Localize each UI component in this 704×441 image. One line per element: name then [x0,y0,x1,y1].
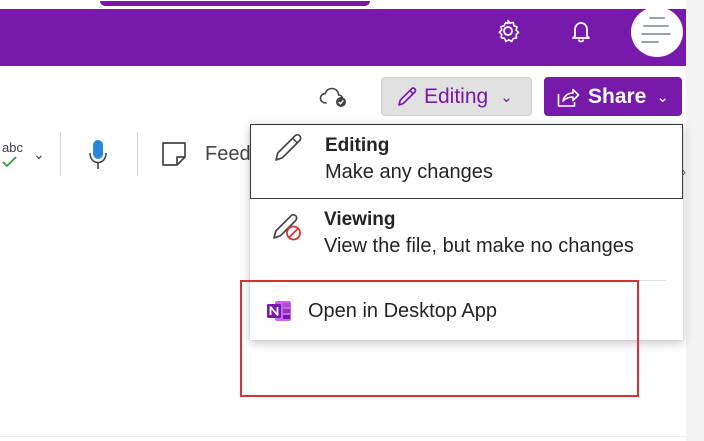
feedback-label[interactable]: Feed [205,143,251,166]
menu-divider [270,280,666,281]
menu-item-open-desktop-app[interactable]: Open in Desktop App [250,284,683,338]
chevron-down-icon[interactable]: ⌄ [33,146,45,163]
onenote-web-window: Editing ⌄ Share ⌄ abc ⌄ Feed › Editing M… [0,0,704,441]
menu-item-title: Viewing [324,209,396,230]
spelling-button[interactable]: abc [2,140,28,170]
toolbar-divider [137,132,138,176]
menu-item-viewing[interactable]: Viewing View the file, but make no chang… [250,202,683,274]
avatar-detail [641,33,671,35]
pencil-icon [275,133,302,161]
page-bottom-border [0,436,704,437]
menu-item-title: Editing [325,135,390,156]
share-label: Share [588,84,647,108]
header-tab-edge [0,0,380,9]
avatar-detail [643,25,669,27]
avatar-detail [641,41,659,43]
microphone-icon[interactable] [86,138,110,172]
menu-item-subtitle: Make any changes [325,161,493,183]
spelling-label: abc [2,140,23,155]
toolbar-divider [60,132,61,176]
mode-menu: Editing Make any changes Viewing View th… [250,124,683,340]
menu-item-editing[interactable]: Editing Make any changes [250,124,683,199]
editing-mode-button[interactable]: Editing ⌄ [381,77,532,116]
header-top-strip [0,0,686,9]
avatar-detail [649,17,665,19]
pencil-blocked-icon [273,213,301,241]
share-icon [557,88,580,107]
share-button[interactable]: Share ⌄ [544,77,682,116]
avatar[interactable] [631,7,683,57]
editing-mode-label: Editing [424,84,489,108]
onenote-icon [267,301,291,321]
bell-icon[interactable] [568,18,594,44]
cloud-check-icon [319,87,346,107]
menu-item-subtitle: View the file, but make no changes [324,235,634,257]
chevron-down-icon: ⌄ [656,88,669,106]
pencil-icon [398,86,417,106]
check-icon [2,156,17,168]
feedback-icon[interactable] [160,140,188,168]
open-desktop-label: Open in Desktop App [308,300,498,322]
scrollbar-track[interactable] [686,0,704,441]
gear-icon[interactable] [495,18,521,44]
chevron-down-icon: ⌄ [500,88,513,106]
